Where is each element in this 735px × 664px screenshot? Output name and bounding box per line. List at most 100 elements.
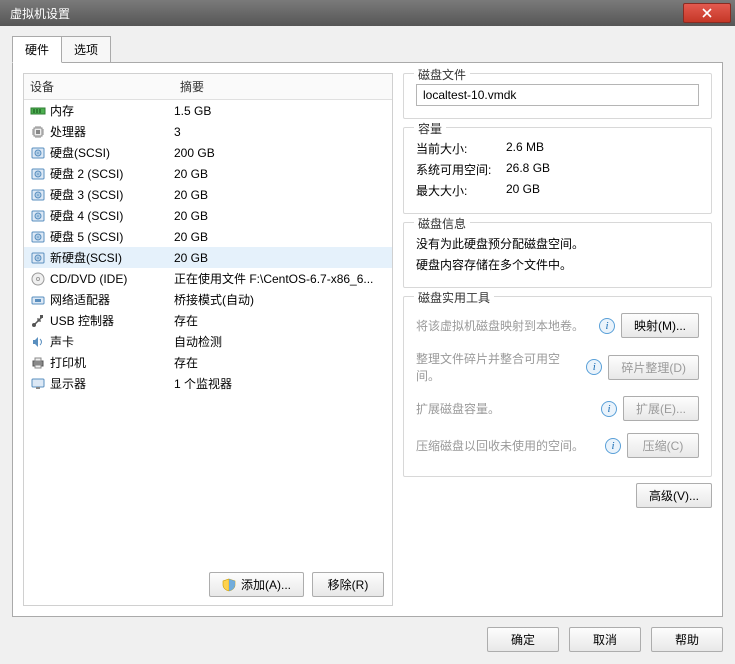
hardware-row[interactable]: 显示器 1 个监视器 (24, 373, 392, 394)
device-summary: 3 (174, 125, 386, 139)
defrag-button[interactable]: 碎片整理(D) (608, 355, 699, 380)
capacity-max-label: 最大大小: (416, 182, 506, 199)
hardware-row[interactable]: 新硬盘(SCSI) 20 GB (24, 247, 392, 268)
add-button-label: 添加(A)... (241, 578, 291, 592)
col-summary: 摘要 (174, 74, 392, 99)
hdd-icon (30, 145, 46, 161)
capacity-max-value: 20 GB (506, 182, 699, 199)
hardware-list-panel: 设备 摘要 内存 1.5 GB 处理器 3 硬盘(SCSI) 200 GB 硬盘 2 (SC… (23, 73, 393, 606)
device-name: 打印机 (50, 354, 86, 371)
sound-icon (30, 334, 46, 350)
device-summary: 20 GB (174, 230, 386, 244)
help-button[interactable]: 帮助 (651, 627, 723, 652)
device-name: 硬盘 4 (SCSI) (50, 207, 123, 224)
device-summary: 桥接模式(自动) (174, 291, 386, 308)
compact-button[interactable]: 压缩(C) (627, 433, 699, 458)
legend-disk-file: 磁盘文件 (414, 66, 470, 83)
hdd-icon (30, 250, 46, 266)
device-summary: 正在使用文件 F:\CentOS-6.7-x86_6... (174, 270, 386, 287)
device-summary: 存在 (174, 312, 386, 329)
disk-info-line2: 硬盘内容存储在多个文件中。 (416, 254, 699, 275)
device-name: 硬盘 3 (SCSI) (50, 186, 123, 203)
group-disk-info: 磁盘信息 没有为此硬盘预分配磁盘空间。 硬盘内容存储在多个文件中。 (403, 222, 712, 288)
device-name: 显示器 (50, 375, 86, 392)
group-capacity: 容量 当前大小:2.6 MB 系统可用空间:26.8 GB 最大大小:20 GB (403, 127, 712, 214)
disk-info-line1: 没有为此硬盘预分配磁盘空间。 (416, 233, 699, 254)
legend-utilities: 磁盘实用工具 (414, 289, 494, 306)
hardware-row[interactable]: 硬盘(SCSI) 200 GB (24, 142, 392, 163)
capacity-current-label: 当前大小: (416, 140, 506, 157)
memory-icon (30, 103, 46, 119)
device-name: 硬盘 2 (SCSI) (50, 165, 123, 182)
close-button[interactable] (683, 3, 731, 23)
hardware-row[interactable]: 硬盘 5 (SCSI) 20 GB (24, 226, 392, 247)
hdd-icon (30, 166, 46, 182)
hardware-row[interactable]: 打印机 存在 (24, 352, 392, 373)
hardware-row[interactable]: 网络适配器桥接模式(自动) (24, 289, 392, 310)
info-icon[interactable]: i (605, 438, 621, 454)
util-expand-desc: 扩展磁盘容量。 (416, 400, 595, 417)
shield-icon (222, 578, 236, 592)
titlebar: 虚拟机设置 (0, 0, 735, 26)
map-button[interactable]: 映射(M)... (621, 313, 699, 338)
device-name: 硬盘 5 (SCSI) (50, 228, 123, 245)
hdd-icon (30, 208, 46, 224)
hardware-row[interactable]: 硬盘 4 (SCSI)20 GB (24, 205, 392, 226)
device-name: 处理器 (50, 123, 86, 140)
disk-file-input[interactable] (416, 84, 699, 106)
col-device: 设备 (24, 74, 174, 99)
cpu-icon (30, 124, 46, 140)
ok-button[interactable]: 确定 (487, 627, 559, 652)
hdd-icon (30, 187, 46, 203)
info-icon[interactable]: i (599, 318, 615, 334)
hardware-row[interactable]: 内存 1.5 GB (24, 100, 392, 121)
add-button[interactable]: 添加(A)... (209, 572, 304, 597)
cancel-button[interactable]: 取消 (569, 627, 641, 652)
hardware-row[interactable]: USB 控制器 存在 (24, 310, 392, 331)
device-summary: 20 GB (174, 251, 386, 265)
util-map-desc: 将该虚拟机磁盘映射到本地卷。 (416, 317, 593, 334)
hardware-list-header: 设备 摘要 (24, 74, 392, 100)
hardware-row[interactable]: 声卡自动检测 (24, 331, 392, 352)
group-disk-file: 磁盘文件 (403, 73, 712, 119)
window-title: 虚拟机设置 (4, 5, 70, 22)
util-compact-desc: 压缩磁盘以回收未使用的空间。 (416, 437, 599, 454)
expand-button[interactable]: 扩展(E)... (623, 396, 699, 421)
device-summary: 20 GB (174, 188, 386, 202)
printer-icon (30, 355, 46, 371)
device-summary: 存在 (174, 354, 386, 371)
remove-button[interactable]: 移除(R) (312, 572, 384, 597)
group-utilities: 磁盘实用工具 将该虚拟机磁盘映射到本地卷。 i 映射(M)... 整理文件碎片并… (403, 296, 712, 477)
device-summary: 自动检测 (174, 333, 386, 350)
device-name: 新硬盘(SCSI) (50, 249, 122, 266)
hardware-rows[interactable]: 内存 1.5 GB 处理器 3 硬盘(SCSI) 200 GB 硬盘 2 (SCSI) 20 … (24, 100, 392, 564)
device-summary: 200 GB (174, 146, 386, 160)
capacity-free-value: 26.8 GB (506, 161, 699, 178)
device-name: 内存 (50, 102, 74, 119)
device-name: 硬盘(SCSI) (50, 144, 110, 161)
capacity-current-value: 2.6 MB (506, 140, 699, 157)
device-summary: 20 GB (174, 167, 386, 181)
info-icon[interactable]: i (601, 401, 617, 417)
details-panel: 磁盘文件 容量 当前大小:2.6 MB 系统可用空间:26.8 GB 最大大小:… (403, 73, 712, 606)
tabs: 硬件 选项 (12, 36, 723, 63)
info-icon[interactable]: i (586, 359, 602, 375)
hardware-row[interactable]: CD/DVD (IDE) 正在使用文件 F:\CentOS-6.7-x86_6..… (24, 268, 392, 289)
capacity-free-label: 系统可用空间: (416, 161, 506, 178)
net-icon (30, 292, 46, 308)
hardware-row[interactable]: 硬盘 2 (SCSI) 20 GB (24, 163, 392, 184)
device-summary: 1 个监视器 (174, 375, 386, 392)
legend-capacity: 容量 (414, 120, 446, 137)
hardware-row[interactable]: 硬盘 3 (SCSI) 20 GB (24, 184, 392, 205)
legend-disk-info: 磁盘信息 (414, 215, 470, 232)
device-name: USB 控制器 (50, 312, 114, 329)
dialog-footer: 确定 取消 帮助 (12, 617, 723, 652)
display-icon (30, 376, 46, 392)
tab-options[interactable]: 选项 (61, 36, 111, 63)
tab-hardware[interactable]: 硬件 (12, 36, 62, 63)
hardware-row[interactable]: 处理器 3 (24, 121, 392, 142)
device-summary: 1.5 GB (174, 104, 386, 118)
device-name: CD/DVD (IDE) (50, 272, 127, 286)
util-defrag-desc: 整理文件碎片并整合可用空间。 (416, 350, 580, 384)
advanced-button[interactable]: 高级(V)... (636, 483, 712, 508)
